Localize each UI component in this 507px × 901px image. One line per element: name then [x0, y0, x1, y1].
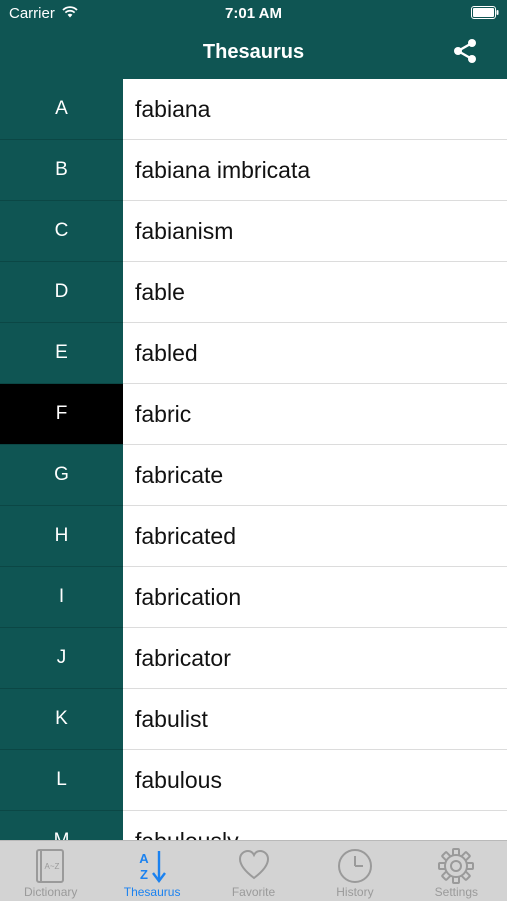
tab-settings[interactable]: Settings: [406, 841, 507, 901]
tab-label: Dictionary: [24, 885, 78, 899]
list-item[interactable]: fabricator: [123, 628, 507, 689]
svg-text:Z: Z: [140, 867, 148, 882]
svg-text:A: A: [139, 851, 149, 866]
tab-label: Thesaurus: [123, 885, 181, 899]
index-letter-c[interactable]: C: [0, 201, 123, 262]
index-letter-i[interactable]: I: [0, 567, 123, 628]
list-item[interactable]: fable: [123, 262, 507, 323]
index-letter-g[interactable]: G: [0, 445, 123, 506]
tab-thesaurus[interactable]: A Z Thesaurus: [101, 841, 202, 901]
share-icon[interactable]: [453, 38, 477, 64]
list-item[interactable]: fabianism: [123, 201, 507, 262]
page-title: Thesaurus: [202, 41, 305, 63]
tab-dictionary[interactable]: A~Z Dictionary: [0, 841, 101, 901]
list-item[interactable]: fabulous: [123, 750, 507, 811]
tab-label: History: [336, 885, 374, 899]
tab-label: Favorite: [231, 885, 276, 899]
index-letter-l[interactable]: L: [0, 750, 123, 811]
list-item[interactable]: fabiana: [123, 79, 507, 140]
tab-favorite[interactable]: Favorite: [203, 841, 304, 901]
tab-bar: A~Z Dictionary A Z Thesaurus Favorite History S…: [0, 840, 507, 901]
status-time: 7:01 AM: [225, 5, 282, 22]
tab-history[interactable]: History: [304, 841, 405, 901]
list-item[interactable]: fabiana imbricata: [123, 140, 507, 201]
list-item[interactable]: fabled: [123, 323, 507, 384]
index-letter-m[interactable]: M: [0, 811, 123, 840]
tab-label: Settings: [434, 885, 478, 899]
list-item[interactable]: fabricated: [123, 506, 507, 567]
svg-text:A~Z: A~Z: [44, 862, 59, 871]
status-bar: Carrier 7:01 AM: [0, 0, 507, 28]
index-letter-b[interactable]: B: [0, 140, 123, 201]
header: Carrier 7:01 AM Thesaurus: [0, 0, 507, 79]
list-item[interactable]: fabrication: [123, 567, 507, 628]
list-item[interactable]: fabulously: [123, 811, 507, 841]
list-item[interactable]: fabricate: [123, 445, 507, 506]
alphabet-index: ABCDEFGHIJKLM: [0, 79, 123, 840]
az-sort-icon: AZ: [135, 847, 169, 885]
clock-icon: [337, 847, 373, 885]
index-letter-h[interactable]: H: [0, 506, 123, 567]
index-letter-e[interactable]: E: [0, 323, 123, 384]
index-letter-d[interactable]: D: [0, 262, 123, 323]
word-list: fabiana fabiana imbricata fabianism fable fa…: [123, 79, 507, 840]
battery-icon: [471, 6, 499, 19]
index-letter-f[interactable]: F: [0, 384, 123, 445]
index-letter-a[interactable]: A: [0, 79, 123, 140]
dictionary-book-icon: A~Z: [34, 847, 68, 885]
heart-icon: [237, 847, 271, 885]
index-letter-k[interactable]: K: [0, 689, 123, 750]
gear-icon: [437, 847, 475, 885]
list-item[interactable]: fabric: [123, 384, 507, 445]
index-letter-j[interactable]: J: [0, 628, 123, 689]
list-item[interactable]: fabulist: [123, 689, 507, 750]
